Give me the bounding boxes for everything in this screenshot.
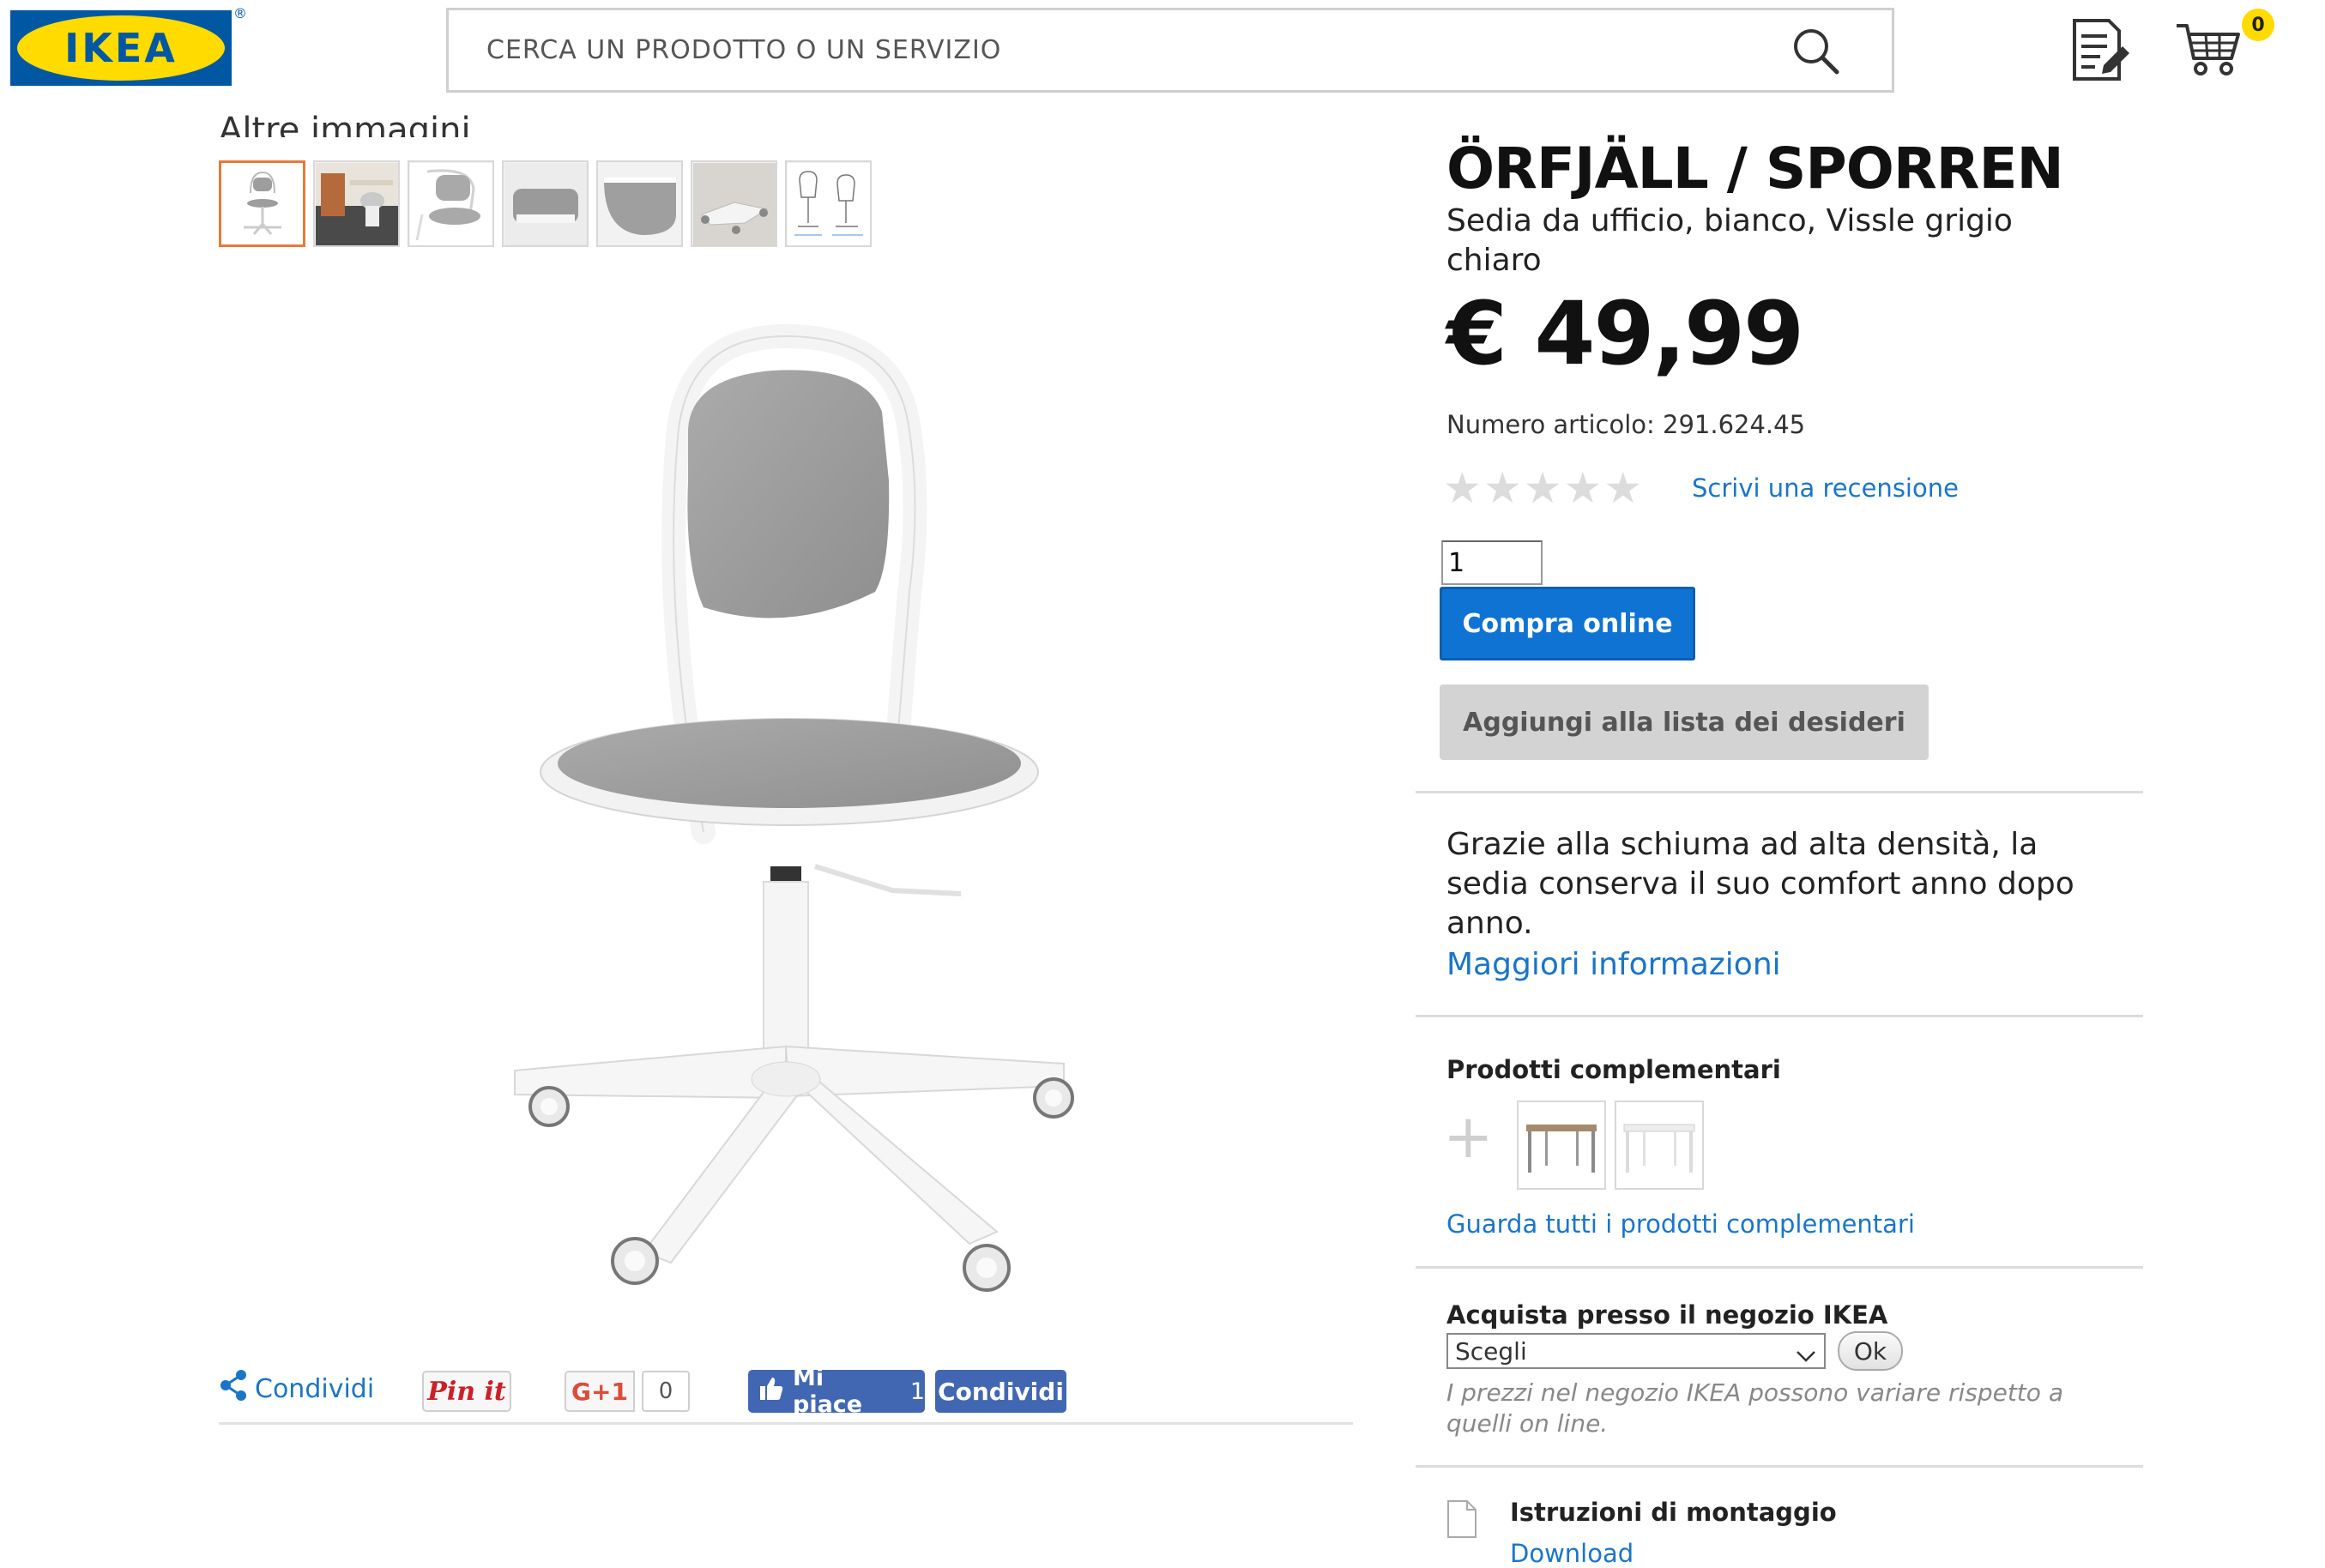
facebook-share-button[interactable]: Condividi bbox=[935, 1370, 1066, 1413]
plus-icon: + bbox=[1443, 1101, 1494, 1172]
thumbnail-chair-in-room[interactable] bbox=[313, 160, 400, 247]
more-images-label: Altre immagini bbox=[219, 111, 471, 137]
store-price-note: I prezzi nel negozio IKEA possono variar… bbox=[1446, 1378, 2063, 1438]
thumbs-up-icon bbox=[758, 1376, 784, 1408]
ikea-logo[interactable]: IKEA bbox=[10, 10, 232, 86]
article-number: Numero articolo: 291.624.45 bbox=[1446, 410, 1806, 439]
main-product-image[interactable] bbox=[412, 309, 1150, 1295]
shopping-list-icon[interactable] bbox=[2069, 17, 2135, 84]
search-icon[interactable] bbox=[1785, 21, 1845, 81]
share-link[interactable]: Condividi bbox=[219, 1369, 374, 1408]
search-bar bbox=[446, 8, 1894, 93]
document-icon bbox=[1446, 1499, 1477, 1539]
store-select-value: Scegli bbox=[1455, 1336, 1527, 1366]
add-to-wishlist-button[interactable]: Aggiungi alla lista dei desideri bbox=[1440, 684, 1929, 760]
divider bbox=[1416, 791, 2143, 793]
rating-stars: ★ ★ ★ ★ ★ bbox=[1443, 463, 1642, 513]
thumbnail-seat-closeup[interactable] bbox=[596, 160, 683, 247]
star-icon: ★ bbox=[1483, 463, 1522, 513]
complementary-title: Prodotti complementari bbox=[1446, 1055, 1781, 1084]
product-description: Grazie alla schiuma ad alta densità, la … bbox=[1446, 827, 2074, 941]
store-title: Acquista presso il negozio IKEA bbox=[1446, 1300, 1888, 1330]
star-icon: ★ bbox=[1523, 463, 1562, 513]
download-link[interactable]: Download bbox=[1510, 1539, 1634, 1568]
more-info-link[interactable]: Maggiori informazioni bbox=[1446, 947, 1781, 982]
thumbnail-base-detail[interactable] bbox=[691, 160, 777, 247]
pinterest-button[interactable]: Pin it bbox=[422, 1371, 511, 1412]
facebook-like-button[interactable]: Mi piace 1 bbox=[748, 1365, 925, 1418]
store-select[interactable]: Scegli bbox=[1446, 1333, 1826, 1369]
cart-icon[interactable] bbox=[2175, 19, 2243, 79]
cart-count-badge: 0 bbox=[2242, 9, 2274, 41]
thumbnail-seat-detail[interactable] bbox=[502, 160, 589, 247]
google-plus-count: 0 bbox=[642, 1371, 690, 1412]
star-icon: ★ bbox=[1563, 463, 1603, 513]
product-name: ÖRFJÄLL / SPORREN bbox=[1446, 136, 2064, 202]
see-all-complementary-link[interactable]: Guarda tutti i prodotti complementari bbox=[1446, 1209, 1915, 1239]
buy-online-button[interactable]: Compra online bbox=[1440, 587, 1695, 660]
complementary-item-desk-white[interactable] bbox=[1615, 1101, 1704, 1190]
product-subtitle: Sedia da ufficio, bianco, Vissle grigio … bbox=[1446, 203, 2013, 278]
star-icon: ★ bbox=[1603, 463, 1643, 513]
facebook-like-count: 1 bbox=[909, 1378, 925, 1405]
divider bbox=[1416, 1015, 2143, 1017]
quantity-input[interactable] bbox=[1441, 540, 1543, 585]
logo-text: IKEA bbox=[64, 25, 178, 71]
assembly-instructions-title: Istruzioni di montaggio bbox=[1510, 1498, 1837, 1527]
facebook-like-label: Mi piace bbox=[793, 1365, 863, 1418]
write-review-link[interactable]: Scrivi una recensione bbox=[1692, 473, 1959, 503]
share-icon bbox=[219, 1369, 248, 1408]
star-icon: ★ bbox=[1443, 463, 1482, 513]
google-plus-button[interactable]: G+1 bbox=[565, 1371, 635, 1412]
thumbnail-chair-front[interactable] bbox=[219, 160, 305, 247]
divider bbox=[1416, 1465, 2143, 1468]
store-ok-button[interactable]: Ok bbox=[1838, 1331, 1903, 1371]
divider bbox=[1416, 1266, 2143, 1269]
share-label: Condividi bbox=[255, 1373, 375, 1404]
search-input[interactable] bbox=[485, 23, 1785, 77]
thumbnail-chair-angle[interactable] bbox=[408, 160, 494, 247]
thumbnail-dimensions-drawing[interactable] bbox=[785, 160, 872, 247]
registered-mark: ® bbox=[233, 5, 247, 21]
thumbnail-strip bbox=[219, 160, 872, 247]
chevron-down-icon bbox=[1795, 1342, 1817, 1362]
product-price: € 49,99 bbox=[1446, 283, 1804, 385]
complementary-item-desk-wood[interactable] bbox=[1517, 1101, 1606, 1190]
divider bbox=[219, 1422, 1353, 1425]
